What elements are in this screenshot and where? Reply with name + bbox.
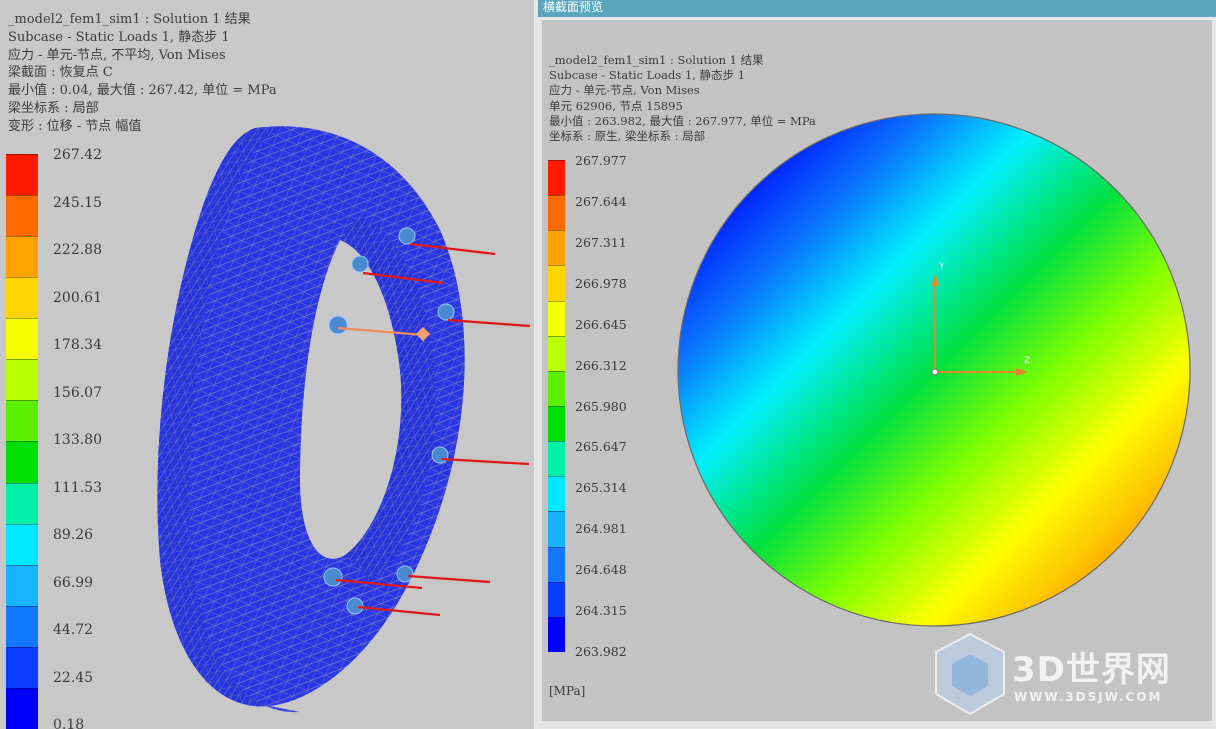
stress-legend-colorbar <box>6 154 38 729</box>
legend-color-segment <box>6 646 38 688</box>
info-subcase: Subcase - Static Loads 1, 静态步 1 <box>8 29 230 45</box>
legend-color-segment <box>6 359 38 401</box>
axis-y-label: Y <box>939 262 945 272</box>
cross-section-preview-panel: 横截面预览 _model2_fem1_sim1 : Solution 1 结果 … <box>538 0 1216 729</box>
info-min-max: 最小值 : 0.04, 最大值 : 267.42, 单位 = MPa <box>8 83 277 99</box>
legend-color-segment <box>6 195 38 237</box>
legend-tick-label: 22.45 <box>53 669 94 686</box>
legend-tick-label: 178.34 <box>53 337 102 353</box>
watermark-url: WWW.3DSJW.COM <box>1014 690 1163 704</box>
axis-z-label: Z <box>1024 356 1031 366</box>
legend-color-segment <box>6 605 38 647</box>
legend-tick-label: 245.15 <box>53 194 102 211</box>
legend-tick-label: 44.72 <box>53 622 94 638</box>
legend-color-segment <box>6 564 38 606</box>
legend-tick-label: 156.07 <box>53 384 102 401</box>
legend-tick-label: 267.42 <box>53 147 102 163</box>
legend-color-segment <box>6 318 38 360</box>
info-stress-type: 应力 - 单元-节点, 不平均, Von Mises <box>8 47 226 63</box>
info-deformation: 变形 : 位移 - 节点 幅值 <box>8 118 142 134</box>
info-beam-section: 梁截面 : 恢复点 C <box>8 65 113 81</box>
legend-color-segment <box>6 687 38 729</box>
legend-color-segment <box>6 482 38 524</box>
legend-tick-label: 0.18 <box>53 717 85 729</box>
legend-tick-label: 222.88 <box>53 242 102 258</box>
legend-color-segment <box>6 154 38 196</box>
legend-tick-label: 133.80 <box>53 432 102 448</box>
legend-color-segment <box>6 441 38 483</box>
legend-color-segment <box>6 400 38 442</box>
legend-color-segment <box>6 277 38 319</box>
legend-tick-label: 111.53 <box>53 479 102 496</box>
info-model-solution: _model2_fem1_sim1 : Solution 1 结果 <box>8 12 251 27</box>
legend-color-segment <box>6 523 38 565</box>
section-csys-triad <box>931 274 1028 376</box>
watermark-logo-icon <box>935 632 1005 716</box>
legend-color-segment <box>6 236 38 278</box>
info-beam-csys: 梁坐标系 : 局部 <box>8 100 99 116</box>
fea-result-viewport[interactable]: _model2_fem1_sim1 : Solution 1 结果 Subcas… <box>0 0 534 729</box>
legend-tick-label: 200.61 <box>53 289 102 306</box>
watermark-brand: 3D世界网 <box>1012 650 1171 690</box>
result-info-header: _model2_fem1_sim1 : Solution 1 结果 Subcas… <box>8 11 277 136</box>
legend-tick-label: 89.26 <box>53 527 94 543</box>
legend-tick-label: 66.99 <box>53 574 94 591</box>
